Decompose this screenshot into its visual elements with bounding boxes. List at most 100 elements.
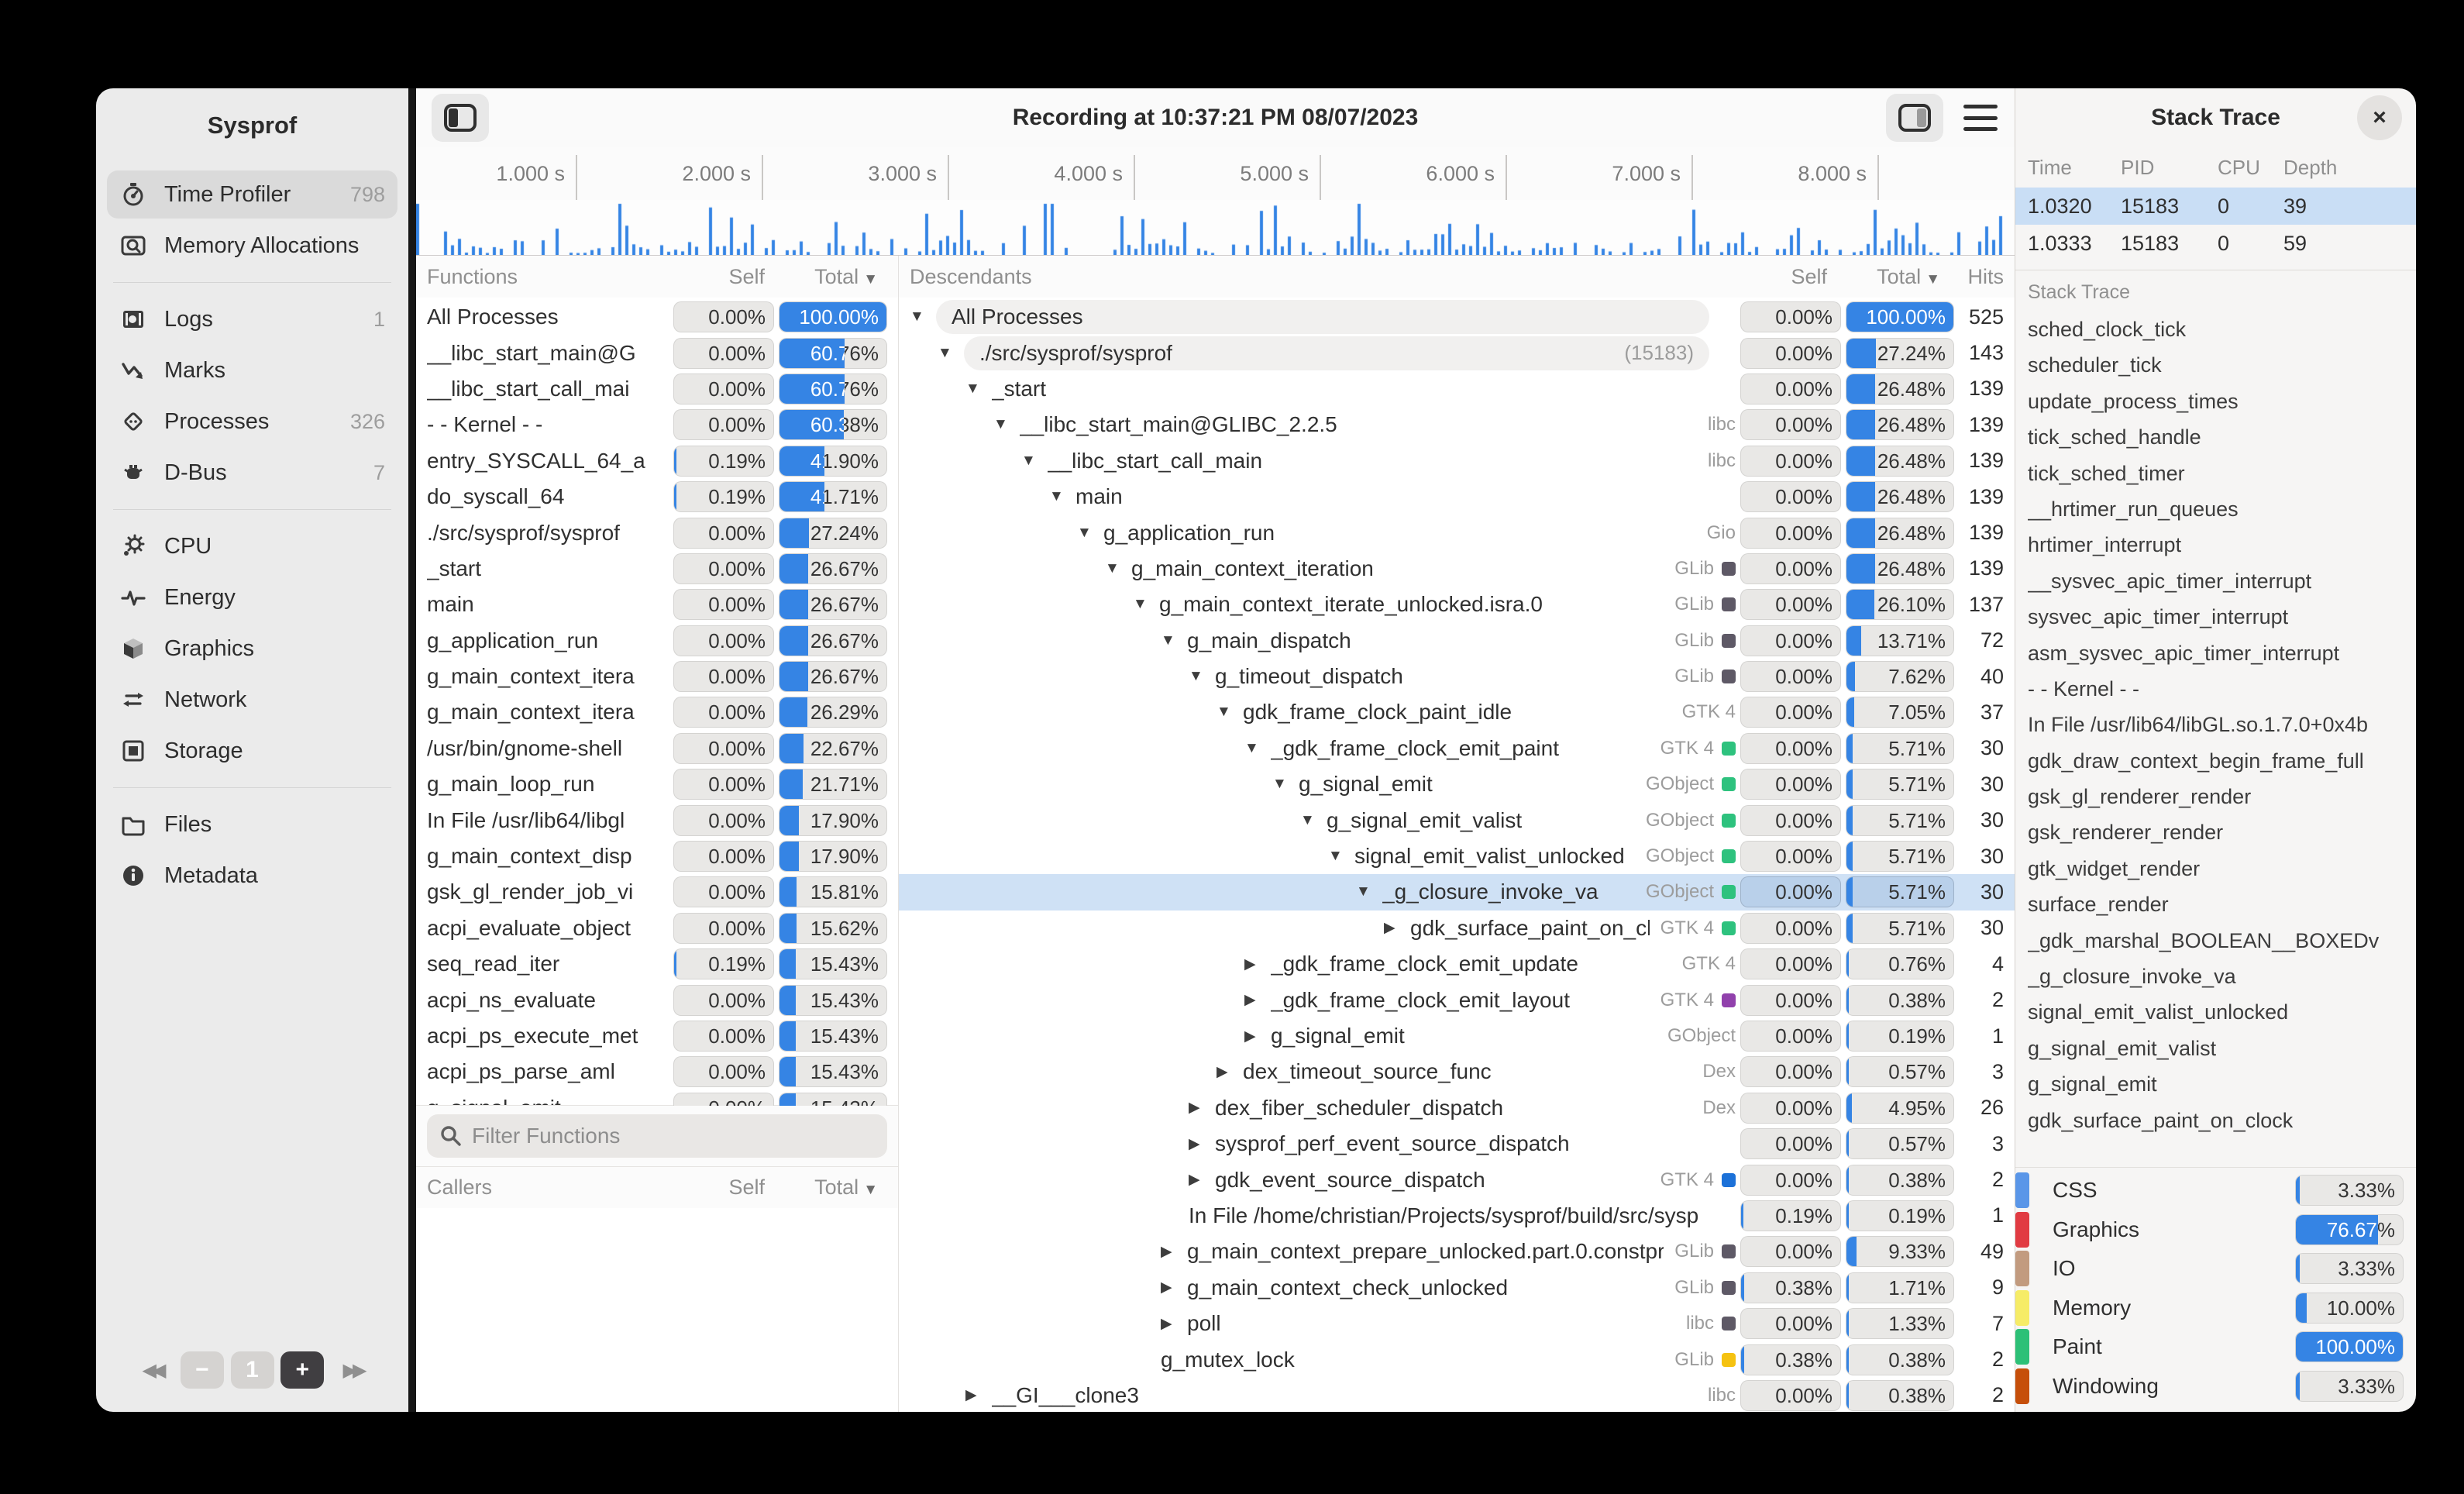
stack-frame[interactable]: surface_render [2028,886,2404,922]
tree-row[interactable]: ▶dex_timeout_source_funcDex0.00%0.00%0.5… [899,1054,2015,1090]
expander-open-icon[interactable]: ▼ [1133,596,1159,613]
tree-row[interactable]: ▶g_main_context_prepare_unlocked.part.0.… [899,1234,2015,1269]
sample-row[interactable]: 1.033315183059 [2015,225,2416,262]
stack-frame[interactable]: g_signal_emit_valist [2028,1031,2404,1066]
expander-open-icon[interactable]: ▼ [1217,704,1243,721]
sidebar-item-storage[interactable]: Storage [107,727,397,775]
stack-frame[interactable]: tick_sched_handle [2028,419,2404,455]
tree-row[interactable]: ▼_gdk_frame_clock_emit_paintGTK 40.00%0.… [899,731,2015,766]
expander-open-icon[interactable]: ▼ [1021,453,1048,470]
total-column-label[interactable]: Total▼ [774,265,887,289]
hits-column-label[interactable]: Hits [1950,265,2004,289]
expander-closed-icon[interactable]: ▶ [965,1386,992,1404]
toggle-left-sidebar-button[interactable] [432,94,489,142]
stack-frame[interactable]: g_signal_emit [2028,1066,2404,1102]
expander-open-icon[interactable]: ▼ [1356,883,1382,900]
stack-frame[interactable]: gtk_widget_render [2028,851,2404,886]
expander-closed-icon[interactable]: ▶ [1189,1099,1215,1117]
tree-row[interactable]: ▼_g_closure_invoke_vaGObject0.00%0.00%5.… [899,874,2015,910]
column-label[interactable]: Depth [2283,156,2369,180]
function-row[interactable]: g_signal_emit0.00%0.00%15.43%15.43% [416,1090,898,1106]
close-icon[interactable]: × [2357,95,2402,140]
function-row[interactable]: gsk_gl_render_job_vi0.00%0.00%15.81%15.8… [416,874,898,910]
expander-open-icon[interactable]: ▼ [1077,525,1103,542]
tree-row[interactable]: g_mutex_lockGLib0.38%0.38%0.38%0.38%2 [899,1341,2015,1377]
tree-row[interactable]: ▼_start0.00%0.00%26.48%26.48%139 [899,371,2015,407]
tree-row[interactable]: ▼gdk_frame_clock_paint_idleGTK 40.00%0.0… [899,694,2015,730]
stack-frame[interactable]: In File /usr/lib64/libGL.so.1.7.0+0x4b [2028,707,2404,742]
expander-closed-icon[interactable]: ▶ [1244,991,1271,1009]
expander-open-icon[interactable]: ▼ [965,380,992,398]
function-row[interactable]: __libc_start_main@G0.00%0.00%60.76%60.76… [416,335,898,370]
function-row[interactable]: _start0.00%0.00%26.67%26.67% [416,551,898,587]
tree-row[interactable]: ▶_gdk_frame_clock_emit_updateGTK 40.00%0… [899,946,2015,982]
expander-open-icon[interactable]: ▼ [1105,560,1131,577]
tree-row[interactable]: ▶__GI___clone3libc0.00%0.00%0.38%0.38%2 [899,1378,2015,1412]
sidebar-item-memory-allocations[interactable]: Memory Allocations [107,222,397,270]
function-row[interactable]: - - Kernel - -0.00%0.00%60.38%60.38% [416,407,898,442]
stack-frame[interactable]: gsk_renderer_render [2028,814,2404,850]
sidebar-item-cpu[interactable]: CPU [107,522,397,570]
tree-row[interactable]: ▼g_signal_emit_valistGObject0.00%0.00%5.… [899,802,2015,838]
sidebar-item-energy[interactable]: Energy [107,573,397,621]
sidebar-item-graphics[interactable]: Graphics [107,625,397,673]
stack-frame[interactable]: hrtimer_interrupt [2028,527,2404,563]
stack-frame[interactable]: tick_sched_timer [2028,456,2404,491]
function-row[interactable]: g_main_loop_run0.00%0.00%21.71%21.71% [416,766,898,802]
sample-row[interactable]: 1.032015183039 [2015,188,2416,225]
stack-frame[interactable]: __hrtimer_run_queues [2028,491,2404,527]
tree-row[interactable]: ▶gdk_event_source_dispatchGTK 40.00%0.00… [899,1162,2015,1197]
expander-closed-icon[interactable]: ▶ [1161,1243,1187,1261]
stack-frame[interactable]: _gdk_marshal_BOOLEAN__BOXEDv [2028,923,2404,959]
sidebar-item-metadata[interactable]: Metadata [107,852,397,900]
tree-row[interactable]: ▼g_main_context_iterationGLib0.00%0.00%2… [899,551,2015,587]
column-label[interactable]: PID [2121,156,2218,180]
tree-row[interactable]: ▼main0.00%0.00%26.48%26.48%139 [899,479,2015,515]
expander-closed-icon[interactable]: ▶ [1189,1135,1215,1153]
expander-closed-icon[interactable]: ▶ [1161,1315,1187,1333]
time-ruler[interactable]: 1.000 s2.000 s3.000 s4.000 s5.000 s6.000… [416,147,2015,200]
stack-frame[interactable]: sysvec_apic_timer_interrupt [2028,599,2404,635]
expander-closed-icon[interactable]: ▶ [1244,1028,1271,1045]
sidebar-item-files[interactable]: Files [107,800,397,849]
tree-row[interactable]: ▼g_main_context_iterate_unlocked.isra.0G… [899,587,2015,622]
zoom-out-button[interactable]: − [181,1351,224,1389]
tree-row[interactable]: ▶g_signal_emitGObject0.00%0.00%0.19%0.19… [899,1018,2015,1054]
stack-frame[interactable]: - - Kernel - - [2028,671,2404,707]
stack-frame[interactable]: gsk_gl_renderer_render [2028,779,2404,814]
stack-frame[interactable]: update_process_times [2028,384,2404,419]
expander-closed-icon[interactable]: ▶ [1244,955,1271,973]
sidebar-item-marks[interactable]: Marks [107,346,397,394]
seek-backward-button[interactable]: ◀◀ [130,1351,174,1389]
function-row[interactable]: g_main_context_itera0.00%0.00%26.67%26.6… [416,659,898,694]
sidebar-item-d-bus[interactable]: D-Bus7 [107,449,397,497]
expander-open-icon[interactable]: ▼ [1244,740,1271,757]
expander-open-icon[interactable]: ▼ [1189,668,1215,685]
sidebar-item-time-profiler[interactable]: Time Profiler798 [107,170,397,219]
tree-row[interactable]: ▼__libc_start_main@GLIBC_2.2.5libc0.00%0… [899,407,2015,442]
tree-row[interactable]: ▶gdk_surface_paint_on_clockGTK 40.00%0.0… [899,911,2015,946]
function-row[interactable]: ./src/sysprof/sysprof0.00%0.00%27.24%27.… [416,515,898,550]
expander-closed-icon[interactable]: ▶ [1217,1063,1243,1081]
tree-row[interactable]: ▶sysprof_perf_event_source_dispatch0.00%… [899,1126,2015,1162]
stack-frame[interactable]: scheduler_tick [2028,347,2404,383]
tree-row[interactable]: ▼g_application_runGio0.00%0.00%26.48%26.… [899,515,2015,550]
tree-row[interactable]: ▼signal_emit_valist_unlockedGObject0.00%… [899,838,2015,874]
expander-open-icon[interactable]: ▼ [993,416,1020,433]
function-row[interactable]: seq_read_iter0.19%0.19%15.43%15.43% [416,946,898,982]
function-row[interactable]: acpi_ps_execute_met0.00%0.00%15.43%15.43… [416,1018,898,1054]
tree-row[interactable]: ▶_gdk_frame_clock_emit_layoutGTK 40.00%0… [899,982,2015,1017]
tree-row[interactable]: ▼g_signal_emitGObject0.00%0.00%5.71%5.71… [899,766,2015,802]
tree-row[interactable]: ▶g_main_context_check_unlockedGLib0.38%0… [899,1270,2015,1306]
stack-frame[interactable]: gdk_draw_context_begin_frame_full [2028,743,2404,779]
sidebar-item-network[interactable]: Network [107,676,397,724]
column-label[interactable]: CPU [2218,156,2283,180]
expander-closed-icon[interactable]: ▶ [1161,1279,1187,1296]
expander-closed-icon[interactable]: ▶ [1384,919,1410,937]
function-row[interactable]: In File /usr/lib64/libgl0.00%0.00%17.90%… [416,802,898,838]
tree-row[interactable]: ▼All Processes0.00%0.00%100.00%100.00%52… [899,299,2015,335]
tree-row[interactable]: In File /home/christian/Projects/sysprof… [899,1198,2015,1234]
expander-open-icon[interactable]: ▼ [1049,488,1075,505]
toggle-right-panel-button[interactable] [1886,94,1943,142]
function-row[interactable]: acpi_ns_evaluate0.00%0.00%15.43%15.43% [416,982,898,1017]
